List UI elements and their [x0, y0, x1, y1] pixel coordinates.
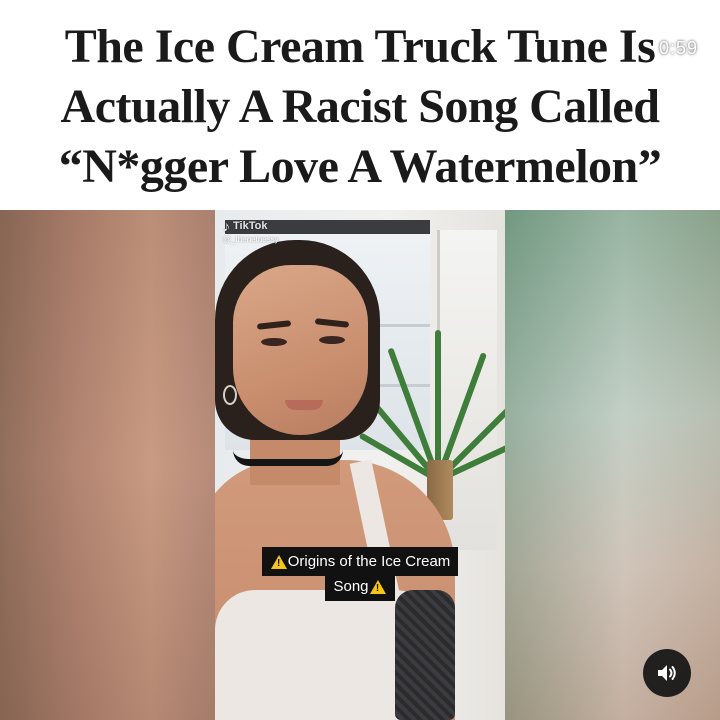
- tiktok-brand: TikTok: [233, 220, 268, 232]
- speaker-icon: [658, 665, 676, 681]
- video-timer: 0:59: [658, 38, 698, 58]
- choker: [233, 450, 343, 466]
- headline-line-3: “N*gger Love A Watermelon”: [58, 140, 662, 193]
- tiktok-watermark: ♪ TikTok @_thenetnessy: [223, 218, 279, 244]
- caption-line-2: Song: [325, 576, 395, 601]
- microphone: [395, 590, 455, 720]
- video-player[interactable]: ♪ TikTok @_thenetnessy Origins of the Ic…: [0, 210, 720, 720]
- headline-line-2: Actually A Racist Song Called: [60, 80, 660, 133]
- headline-line-1: The Ice Cream Truck Tune Is: [64, 20, 656, 73]
- blurred-background-right: [505, 210, 720, 720]
- video-caption: Origins of the Ice Cream Song: [232, 547, 488, 601]
- video-frame[interactable]: ♪ TikTok @_thenetnessy Origins of the Ic…: [215, 210, 505, 720]
- tiktok-handle: @_thenetnessy: [223, 235, 279, 244]
- tiktok-logo-icon: ♪: [223, 218, 230, 234]
- warning-icon: [369, 579, 386, 594]
- caption-text-2: Song: [333, 578, 369, 595]
- caption-text-1: Origins of the Ice Cream: [287, 553, 451, 570]
- caption-line-1: Origins of the Ice Cream: [261, 547, 459, 576]
- headline: The Ice Cream Truck Tune Is Actually A R…: [0, 0, 720, 210]
- sound-toggle-button[interactable]: [643, 649, 691, 697]
- person: [215, 210, 505, 720]
- warning-icon: [270, 554, 287, 569]
- blurred-background-left: [0, 210, 215, 720]
